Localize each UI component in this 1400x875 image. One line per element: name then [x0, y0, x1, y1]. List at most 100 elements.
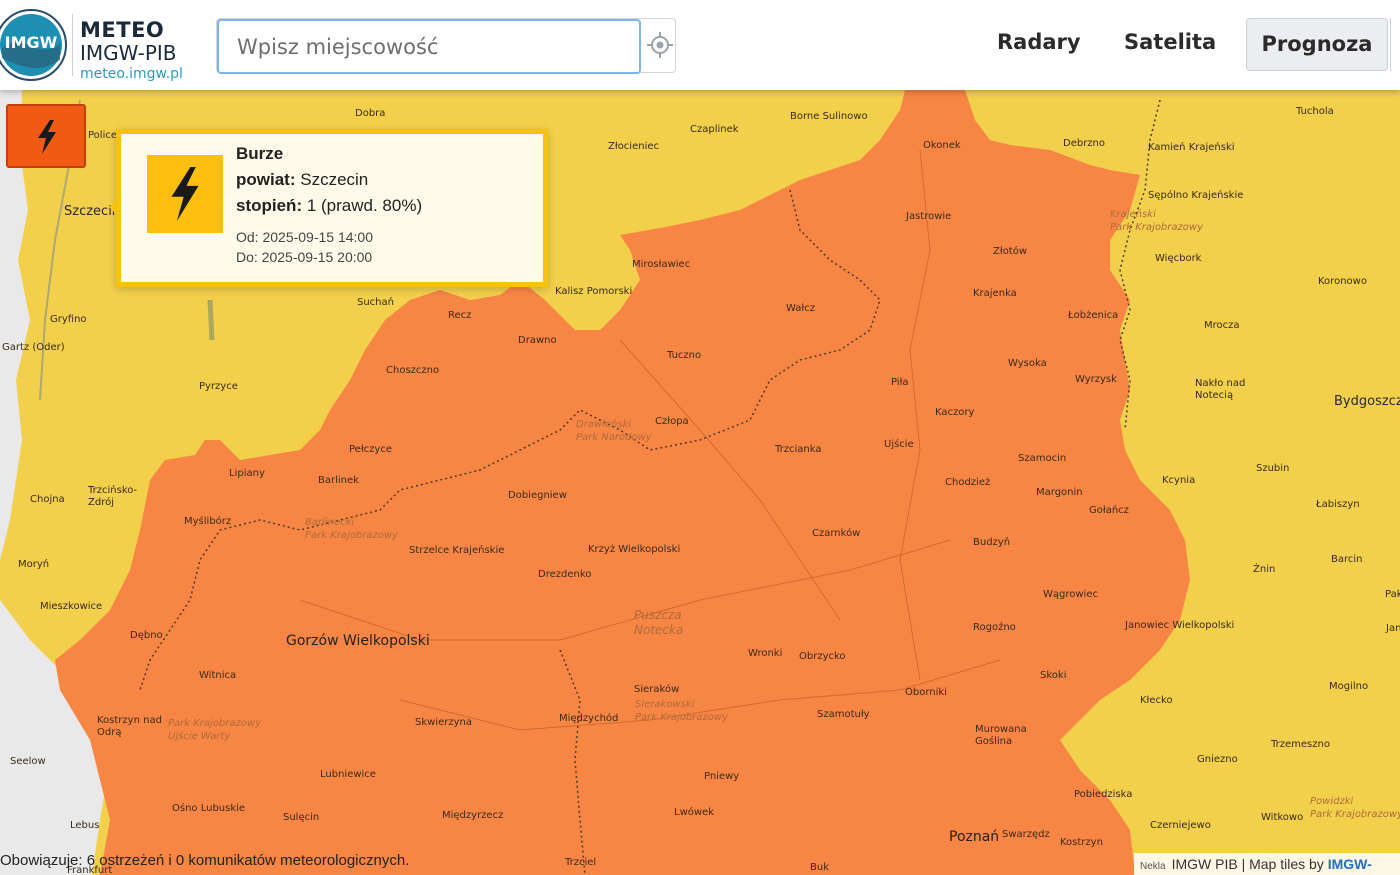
locate-icon[interactable]: [645, 30, 675, 60]
attribution-place: Nekla: [1140, 861, 1166, 872]
map-label: Trzcianka: [775, 444, 822, 455]
map-label: Gniezno: [1197, 754, 1238, 765]
lightning-icon: [38, 120, 56, 154]
map-label: Kostrzyn nad Odrą: [97, 715, 162, 739]
map-label: Wałcz: [786, 303, 815, 314]
stopien-label: stopień:: [236, 196, 303, 215]
brand-subtitle[interactable]: IMGW-PIB: [80, 41, 177, 65]
svg-text:IMGW: IMGW: [5, 33, 58, 52]
map-label: Chodzież: [945, 477, 991, 488]
map-label: Trzciel: [565, 857, 597, 868]
map-label: Debrzno: [1063, 138, 1106, 149]
map-label: Barcin: [1331, 554, 1363, 565]
map-label: Strzelce Krajeńskie: [409, 545, 505, 556]
map-label: Rogoźno: [973, 622, 1016, 633]
map-label: Żnin: [1253, 564, 1276, 575]
map-label: Pobiedziska: [1074, 789, 1133, 800]
stopien-value: 1 (prawd. 80%): [306, 196, 423, 215]
map-label: Mirosławiec: [632, 259, 691, 270]
map-label: Jan: [1386, 623, 1400, 634]
map-label: Trzcińsko- Zdrój: [88, 485, 137, 509]
trzcinsko-label: Trzcińsko- Zdrój: [88, 485, 138, 508]
search-input[interactable]: [217, 19, 641, 74]
map-label: Krajenka: [973, 288, 1017, 299]
naklo-label: Nakło nad Notecią: [1195, 378, 1246, 401]
map-label: Moryń: [18, 559, 50, 570]
map-label: Bydgoszcz: [1334, 394, 1400, 409]
map-label: Złocieniec: [608, 141, 660, 152]
map-label: Czarnków: [812, 528, 861, 539]
map-label: Dobra: [355, 108, 386, 119]
logo-divider: [72, 14, 73, 76]
nav-next-button[interactable]: [1390, 18, 1400, 71]
search-box: [216, 18, 676, 74]
popup-powiat: powiat: Szczecin: [236, 170, 368, 190]
map-label: Kamień Krajeński: [1148, 142, 1235, 153]
map-label: Kalisz Pomorski: [555, 286, 633, 297]
map-label: Tuchola: [1296, 106, 1334, 117]
map-label: Buk: [810, 862, 829, 873]
map-label: Kostrzyn: [1060, 837, 1103, 848]
map-label: Sieraków: [634, 684, 680, 695]
nav-radary[interactable]: Radary: [997, 30, 1081, 54]
map-label: Czerniejewo: [1150, 820, 1211, 831]
park-label: Powidzki Park Krajobrazowy: [1310, 796, 1400, 820]
map-label: Sulęcin: [283, 812, 320, 823]
powiat-label: powiat:: [236, 170, 296, 189]
map-label: Janowiec Wielkopolski: [1125, 620, 1235, 631]
map-label: Lebus: [70, 820, 100, 831]
brand-title[interactable]: METEO: [80, 18, 164, 42]
warnings-status-text: Obowiązuje: 6 ostrzeżeń i 0 komunikatów …: [0, 852, 410, 869]
warning-toggle-button[interactable]: [6, 104, 86, 168]
map-label: Wyrzysk: [1075, 374, 1117, 385]
map-label: Drawno: [518, 335, 557, 346]
lightning-icon: [171, 167, 199, 221]
warning-popup: Burze powiat: Szczecin stopień: 1 (prawd…: [109, 129, 548, 287]
map-label: Międzyrzecz: [442, 810, 504, 821]
murowana-label: Murowana Goślina: [975, 724, 1027, 747]
kostrzyn-label: Kostrzyn nad Odrą: [97, 715, 162, 738]
map-label: Recz: [448, 310, 472, 321]
map-label: Czaplinek: [690, 124, 739, 135]
map-label: Margonin: [1036, 487, 1083, 498]
map-label: Okonek: [923, 140, 961, 151]
map-label: Gryfino: [50, 314, 87, 325]
map-label: Dębno: [130, 630, 163, 641]
popup-title: Burze: [236, 144, 284, 163]
map-label: Piła: [891, 377, 909, 388]
map-label: Choszczno: [386, 365, 440, 376]
top-header: IMGW METEO IMGW-PIB meteo.imgw.pl Radary…: [0, 0, 1400, 90]
nav-prognoza[interactable]: Prognoza: [1246, 18, 1388, 71]
map-label: Nakło nad Notecią: [1195, 378, 1245, 402]
map-label: Łobżenica: [1068, 310, 1119, 321]
map-label: Barlinek: [318, 475, 359, 486]
map-label: Szamocin: [1018, 453, 1067, 464]
map-label: Szamotuły: [817, 709, 870, 720]
map-attribution: Nekla IMGW PIB | Map tiles by IMGW-: [1134, 853, 1400, 875]
map-label: Międzychód: [559, 713, 619, 724]
attribution-link[interactable]: IMGW-: [1328, 856, 1372, 872]
park-label: Sierakowski Park Krajobrazowy: [635, 699, 728, 723]
popup-stopien: stopień: 1 (prawd. 80%): [236, 196, 422, 216]
map-label: Tuczno: [667, 350, 702, 361]
map-label: Kłecko: [1140, 695, 1173, 706]
map-label: Budzyń: [973, 537, 1011, 548]
map-label: Pyrzyce: [199, 381, 238, 392]
nav-satelita[interactable]: Satelita: [1124, 30, 1216, 54]
map-label: Pak: [1385, 589, 1400, 600]
powiat-value: Szczecin: [300, 170, 369, 189]
map-label: Lubniewice: [320, 769, 376, 780]
map-label: Wysoka: [1008, 358, 1047, 369]
map-label: Police: [88, 130, 117, 141]
map-label: Mrocza: [1204, 320, 1240, 331]
map-label: Gołańcz: [1089, 505, 1129, 516]
brand-url[interactable]: meteo.imgw.pl: [80, 66, 183, 82]
map-label: Wągrowiec: [1043, 589, 1098, 600]
map-label: Witnica: [199, 670, 237, 681]
map-label: Skoki: [1040, 670, 1067, 681]
park-label: Drawieński Park Narodowy: [576, 419, 652, 443]
map-label: Pełczyce: [349, 444, 392, 455]
imgw-logo-icon[interactable]: IMGW: [0, 8, 68, 82]
popup-end-time: Do: 2025-09-15 20:00: [236, 249, 373, 265]
popup-start-time: Od: 2025-09-15 14:00: [236, 229, 373, 245]
